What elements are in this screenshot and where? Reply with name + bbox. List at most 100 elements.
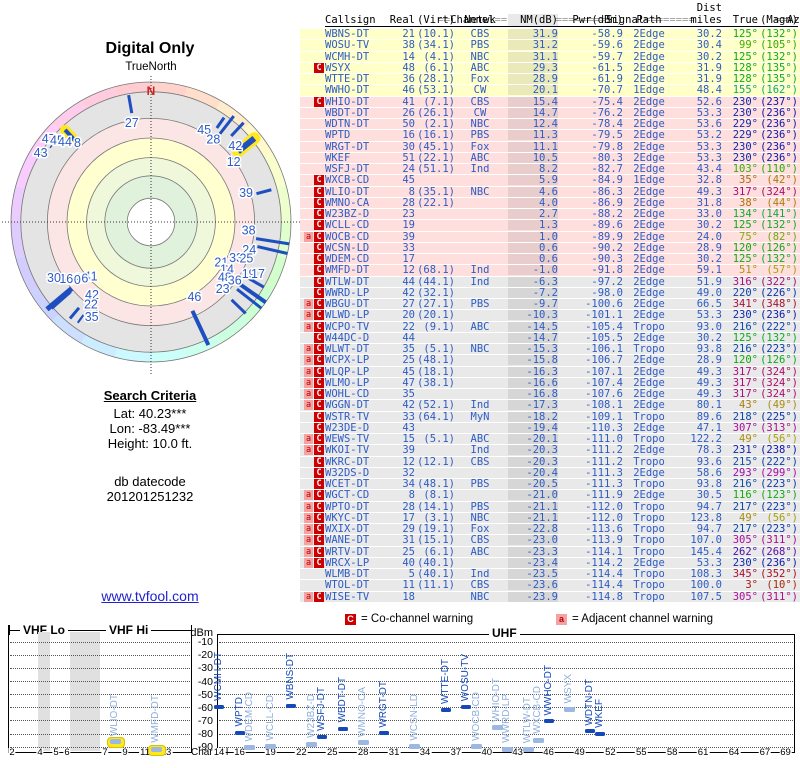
station-marker [543, 719, 554, 724]
table-header-groups: ==Channel== ========Signal======== Dist … [300, 2, 800, 26]
co-channel-flag: C [314, 524, 324, 534]
channel-tick-label: 22 [295, 747, 308, 758]
radar-plot: TrueNorthN27 4528 421239382421143325483623… [2, 61, 300, 376]
channel-tick-label: 19 [264, 747, 277, 758]
gridline [10, 654, 190, 656]
station-marker [471, 744, 482, 750]
co-channel-flag: C [314, 389, 324, 399]
callsign: WLMO-LP [325, 376, 370, 389]
radar-channel-label: 43 [34, 146, 48, 160]
co-channel-flag: C [314, 265, 324, 276]
callsign: WCPO-TV [325, 320, 370, 333]
station-marker [150, 746, 162, 752]
callsign: WSYX [325, 61, 351, 74]
co-channel-flag: C [314, 287, 324, 298]
station-marker [378, 731, 389, 736]
dbm-tick-label: -10 [197, 636, 213, 649]
adjacent-channel-flag: a [304, 355, 313, 366]
callsign: W44DC-D [325, 331, 370, 344]
dbm-tick-label: -60 [197, 701, 213, 714]
callsign: W32DS-D [325, 466, 370, 479]
callsign: WMNO-CA [325, 196, 370, 209]
co-channel-flag: C [314, 332, 324, 343]
table-row: a C WGGN-DT 42 (52.1) Ind -17.3 -108.1 2Edge 80.1… [300, 400, 800, 412]
co-channel-flag: C [314, 321, 324, 332]
svg-text:TrueNorth: TrueNorth [125, 61, 176, 73]
callsign: WDTN-DT [325, 118, 370, 130]
station-marker [306, 741, 318, 747]
gridline [10, 641, 190, 643]
callsign: WHIO-DT [325, 95, 370, 108]
gridline [219, 641, 793, 643]
channel-tick-label: 49 [573, 747, 586, 758]
callsign: WOSU-TV [325, 39, 370, 52]
callsign: WMFD-DT [325, 264, 370, 277]
co-channel-flag: C [314, 242, 324, 253]
channel-tick-label: 69 [779, 747, 792, 758]
adjacent-channel-flag: a [304, 524, 313, 534]
adjacent-channel-flag: a [304, 321, 313, 332]
callsign: WOHL-CD [325, 388, 370, 400]
co-channel-flag: C [314, 456, 324, 467]
co-channel-flag: C [314, 501, 324, 512]
station-label: WCSN-LD [408, 694, 420, 741]
adjacent-channel-flag: a [304, 546, 313, 557]
search-lon: Lon: -83.49*** [109, 421, 191, 436]
tvfool-link[interactable]: www.tvfool.com [0, 588, 300, 604]
station-label: WCMH-DT [213, 652, 224, 701]
radar-channel-label: 44 [58, 135, 72, 149]
co-channel-flag: C [314, 377, 324, 388]
callsign: WCMH-DT [325, 50, 370, 63]
table-body: WBNS-DT 21 (10.1) CBS 31.9 -58.9 2Edge 30.2 125°… [300, 29, 800, 603]
gridline [10, 707, 190, 709]
co-channel-flag: C [314, 209, 324, 219]
callsign: WXCB-CD [325, 174, 370, 187]
channel-tick-label: 2 [8, 747, 16, 758]
station-label: WMNO-CA [357, 686, 369, 737]
co-channel-flag: C [314, 411, 324, 422]
channel-tick-label: 9 [121, 747, 129, 758]
gridline [10, 733, 190, 735]
co-channel-flag: C [314, 445, 324, 456]
radar-channel-label: 8 [74, 136, 81, 150]
co-channel-flag: C [314, 197, 324, 208]
adjacent-channel-flag: a [304, 389, 313, 399]
channel-tick-label: 28 [356, 747, 370, 758]
co-channel-flag: C [314, 186, 324, 197]
station-label: WBDT-DT [336, 677, 348, 723]
channel-tick-label: 37 [449, 747, 463, 758]
co-channel-flag: C [314, 276, 324, 287]
station-marker [532, 737, 544, 743]
station-marker [244, 744, 256, 750]
station-label: WPTD [233, 697, 245, 727]
radar-channel-label: 12 [227, 155, 241, 169]
adjacent-channel-flag: a [304, 344, 313, 354]
callsign: WXIX-DT [325, 523, 370, 535]
co-channel-flag: C [314, 591, 324, 602]
dist-group-header: Dist [696, 2, 722, 14]
callsign: WLIO-DT [325, 185, 370, 198]
radar-channel-label: 23 [216, 282, 230, 296]
station-marker [440, 707, 451, 712]
station-label: WKEF [594, 699, 606, 728]
station-marker [501, 746, 513, 752]
station-marker [286, 703, 297, 708]
table-row: a C WANE-DT 31 (15.1) CBS -23.0 -113.9 Tropo 107.… [300, 535, 800, 547]
co-channel-flag: C [314, 434, 324, 444]
radar-channel-label: 35 [85, 310, 99, 324]
callsign: WTLW-DT [325, 275, 370, 288]
adjacent-channel-flag: a [304, 557, 313, 568]
co-channel-flag: C [314, 220, 324, 231]
table-header-columns: Callsign Real (Virt) Netwk NM(dB) Pwr(dB… [300, 14, 800, 26]
co-channel-flag: C [314, 512, 324, 523]
station-marker [357, 740, 369, 746]
callsign: WPTD [325, 129, 351, 142]
station-label: WWRD-LP [501, 694, 513, 743]
callsign: WPTO-DT [325, 500, 370, 513]
radar-channel-label: 42 [228, 139, 242, 153]
col-netwk: Netwk [464, 14, 496, 26]
station-marker [522, 746, 534, 752]
adjacent-channel-flag: a [304, 400, 313, 411]
channel-tick-label: 14 [212, 747, 226, 758]
co-channel-flag: C [314, 299, 324, 309]
